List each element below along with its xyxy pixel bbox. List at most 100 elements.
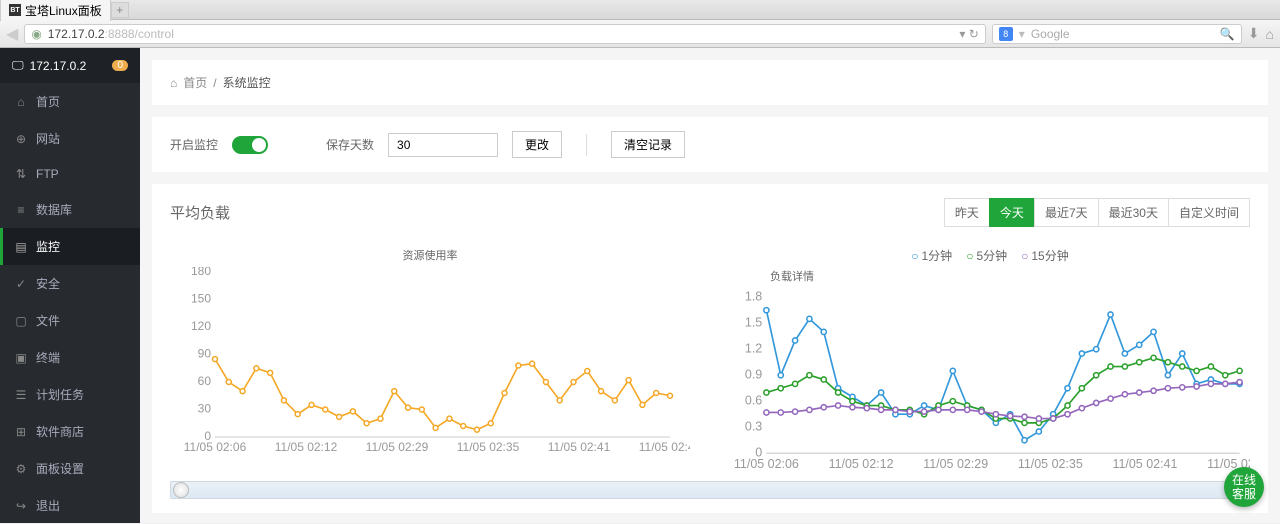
time-tab[interactable]: 自定义时间: [1168, 198, 1250, 227]
sidebar-icon: ⇅: [14, 167, 28, 181]
enable-monitor-toggle[interactable]: [232, 136, 268, 154]
chart1-title: 资源使用率: [170, 247, 690, 263]
nav-back-icon[interactable]: ◀: [6, 24, 18, 44]
reload-icon[interactable]: ▾ ↻: [959, 27, 978, 41]
clear-log-button[interactable]: 清空记录: [611, 131, 685, 158]
svg-text:11/05 02:29: 11/05 02:29: [366, 440, 429, 454]
sidebar-item-label: 数据库: [36, 201, 72, 218]
time-tab[interactable]: 昨天: [944, 198, 990, 227]
change-button[interactable]: 更改: [512, 131, 562, 158]
svg-text:180: 180: [191, 267, 211, 278]
sidebar-item-11[interactable]: ↪退出: [0, 487, 140, 524]
download-icon[interactable]: ⬇: [1248, 25, 1260, 42]
breadcrumb: ⌂ 首页 / 系统监控: [152, 60, 1268, 105]
svg-text:90: 90: [198, 347, 212, 361]
online-support-button[interactable]: 在线 客服: [1224, 467, 1264, 507]
avg-load-title: 平均负载: [170, 202, 230, 223]
svg-text:0.6: 0.6: [745, 393, 762, 407]
controls-panel: 开启监控 保存天数 更改 清空记录: [152, 117, 1268, 172]
keep-days-input[interactable]: [388, 133, 498, 157]
globe-icon: ◉: [31, 27, 41, 41]
svg-text:0.9: 0.9: [745, 367, 762, 381]
sidebar-item-label: 网站: [36, 130, 60, 147]
home-icon[interactable]: ⌂: [1266, 26, 1274, 42]
sidebar-item-label: 安全: [36, 275, 60, 292]
sidebar-item-label: 首页: [36, 93, 60, 110]
chart2-legend: 1分钟 5分钟 15分钟: [730, 247, 1250, 264]
sidebar-item-label: 软件商店: [36, 423, 84, 440]
svg-text:30: 30: [198, 402, 212, 416]
sidebar-icon: ✓: [14, 277, 28, 291]
browser-tab[interactable]: BT 宝塔Linux面板: [0, 0, 111, 21]
sidebar-item-9[interactable]: ⊞ 软件商店: [0, 413, 140, 450]
sidebar-item-10[interactable]: ⚙ 面板设置: [0, 450, 140, 487]
svg-text:1.5: 1.5: [745, 315, 762, 329]
load-detail-chart: 00.30.60.91.21.51.811/05 02:0611/05 02:1…: [730, 288, 1250, 478]
svg-text:11/05 02:29: 11/05 02:29: [923, 457, 988, 471]
sidebar-server[interactable]: 🖵 172.17.0.2 0: [0, 48, 140, 83]
sidebar-item-8[interactable]: ☰ 计划任务: [0, 376, 140, 413]
resource-usage-chart: 030609012015018011/05 02:0611/05 02:1211…: [170, 267, 690, 457]
sidebar-item-label: 面板设置: [36, 460, 84, 477]
time-tab[interactable]: 最近30天: [1098, 198, 1169, 227]
sidebar-icon: ⊕: [14, 132, 28, 146]
chart2-title: 负载详情: [770, 268, 1250, 284]
sidebar-item-7[interactable]: ▣终端: [0, 339, 140, 376]
svg-text:11/05 02:41: 11/05 02:41: [548, 440, 611, 454]
sidebar-item-2[interactable]: ⇅ FTP: [0, 157, 140, 191]
sidebar-item-label: 文件: [36, 312, 60, 329]
avg-load-panel: 平均负载 昨天今天最近7天最近30天自定义时间 资源使用率 0306090120…: [152, 184, 1268, 513]
sidebar-item-4[interactable]: ▤ 监控: [0, 228, 140, 265]
time-range-slider[interactable]: [170, 481, 1250, 499]
sidebar-icon: ☰: [14, 388, 28, 402]
svg-text:150: 150: [191, 292, 211, 306]
search-icon[interactable]: 🔍: [1220, 27, 1235, 41]
google-icon: 8: [999, 27, 1013, 41]
url-ip: 172.17.0.2: [48, 27, 105, 41]
sidebar-icon: ⊞: [14, 425, 28, 439]
new-tab-button[interactable]: +: [111, 2, 129, 18]
breadcrumb-home[interactable]: 首页: [183, 74, 207, 91]
keep-days-label: 保存天数: [326, 136, 374, 153]
svg-text:11/05 02:06: 11/05 02:06: [184, 440, 247, 454]
sidebar-icon: ↪: [14, 499, 28, 513]
sidebar-item-5[interactable]: ✓ 安全: [0, 265, 140, 302]
sidebar-badge: 0: [112, 60, 128, 71]
sidebar-icon: ▤: [14, 240, 28, 254]
time-tab[interactable]: 最近7天: [1034, 198, 1099, 227]
browser-tab-title: 宝塔Linux面板: [25, 2, 102, 19]
home-icon: ⌂: [170, 76, 177, 90]
svg-text:11/05 02:41: 11/05 02:41: [1112, 457, 1177, 471]
svg-text:11/05 02:47: 11/05 02:47: [639, 440, 690, 454]
browser-search-input[interactable]: 8 ▾ Google 🔍: [992, 24, 1242, 44]
svg-text:11/05 02:35: 11/05 02:35: [457, 440, 520, 454]
time-tab[interactable]: 今天: [989, 198, 1035, 227]
sidebar-item-label: 监控: [36, 238, 60, 255]
svg-text:1.2: 1.2: [745, 341, 762, 355]
sidebar-icon: ≡: [14, 203, 28, 217]
svg-text:11/05 02:12: 11/05 02:12: [829, 457, 894, 471]
svg-text:120: 120: [191, 319, 211, 333]
browser-url-bar: ◀ ◉ 172.17.0.2 :8888/control ▾ ↻ 8 ▾ Goo…: [0, 20, 1280, 48]
sidebar-item-label: FTP: [36, 167, 59, 181]
svg-text:60: 60: [198, 374, 212, 388]
svg-text:11/05 02:06: 11/05 02:06: [734, 457, 799, 471]
sidebar-icon: ⌂: [14, 95, 28, 109]
time-tabs: 昨天今天最近7天最近30天自定义时间: [945, 198, 1250, 227]
breadcrumb-current: 系统监控: [223, 74, 271, 91]
enable-monitor-label: 开启监控: [170, 136, 218, 153]
url-input[interactable]: ◉ 172.17.0.2 :8888/control ▾ ↻: [24, 24, 985, 44]
sidebar-icon: ⚙: [14, 462, 28, 476]
svg-text:1.8: 1.8: [745, 289, 762, 303]
browser-tab-bar: BT 宝塔Linux面板 +: [0, 0, 1280, 20]
sidebar-item-1[interactable]: ⊕ 网站: [0, 120, 140, 157]
sidebar-item-3[interactable]: ≡ 数据库: [0, 191, 140, 228]
slider-handle-left[interactable]: [173, 482, 189, 498]
monitor-icon: 🖵: [12, 58, 24, 73]
svg-text:11/05 02:35: 11/05 02:35: [1018, 457, 1083, 471]
sidebar-item-6[interactable]: ▢文件: [0, 302, 140, 339]
sidebar-item-0[interactable]: ⌂ 首页: [0, 83, 140, 120]
sidebar-item-label: 终端: [36, 349, 60, 366]
sidebar-item-label: 计划任务: [36, 386, 84, 403]
svg-text:11/05 02:12: 11/05 02:12: [275, 440, 338, 454]
